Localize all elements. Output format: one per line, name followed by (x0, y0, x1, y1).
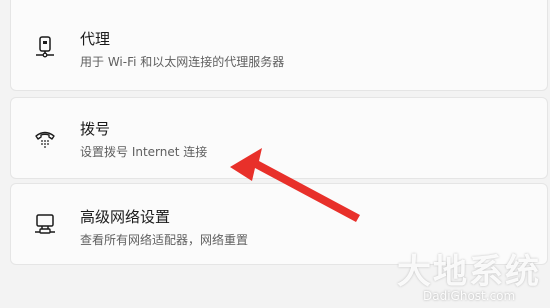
dialup-setting-item[interactable]: 拨号 设置拨号 Internet 连接 (10, 97, 548, 179)
dial-up-phone-icon (35, 131, 55, 148)
proxy-server-icon (36, 36, 54, 58)
watermark-logo-text: 大地系统 (397, 252, 541, 292)
dialup-description: 设置拨号 Internet 连接 (80, 145, 208, 159)
watermark-url: DadiGhost.com (423, 289, 516, 303)
proxy-title: 代理 (80, 30, 111, 48)
proxy-setting-item[interactable]: 代理 用于 Wi-Fi 和以太网连接的代理服务器 (10, 0, 548, 91)
advanced-network-description: 查看所有网络适配器，网络重置 (80, 233, 249, 247)
network-pc-icon (35, 214, 55, 234)
advanced-network-title: 高级网络设置 (80, 208, 171, 226)
proxy-description: 用于 Wi-Fi 和以太网连接的代理服务器 (80, 55, 285, 69)
dialup-title: 拨号 (80, 120, 111, 138)
